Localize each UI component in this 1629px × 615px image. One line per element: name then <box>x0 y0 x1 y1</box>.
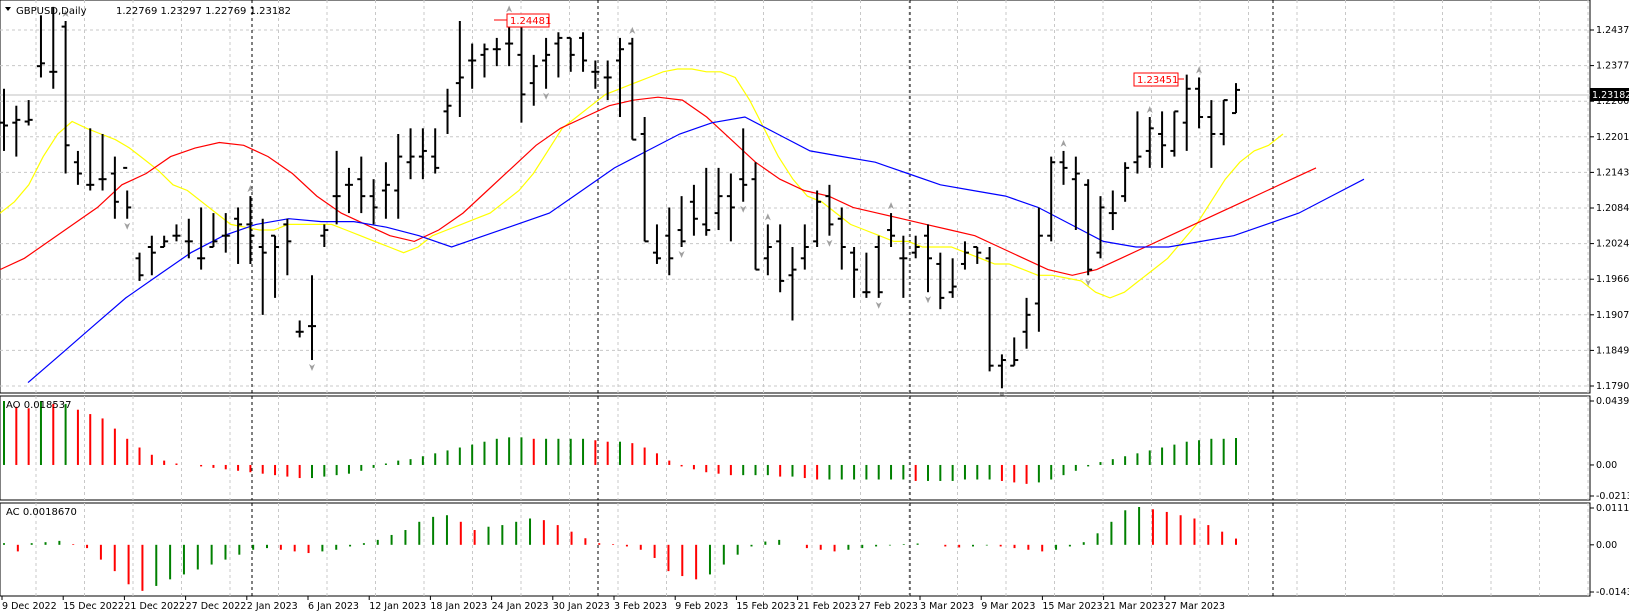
indicator-tick-label: 0.00 <box>1596 460 1617 471</box>
price-tick-label: 1.24370 <box>1596 25 1629 36</box>
time-tick-label: 18 Jan 2023 <box>430 601 487 612</box>
price-tick-label: 1.18490 <box>1596 345 1629 356</box>
time-tick-label: 15 Dec 2022 <box>63 601 124 612</box>
time-tick-label: 27 Dec 2022 <box>186 601 247 612</box>
trading-chart[interactable]: GBPUSD,Daily 1.22769 1.23297 1.22769 1.2… <box>0 0 1629 615</box>
indicator-tick-label: 0.0111949 <box>1596 503 1629 514</box>
time-tick-label: 9 Feb 2023 <box>675 601 728 612</box>
price-tick-label: 1.20245 <box>1596 239 1629 250</box>
time-axis[interactable]: 9 Dec 2022 15 Dec 2022 21 Dec 2022 27 Dec 2… <box>1 596 1225 612</box>
indicator-tick-label: -0.021347 <box>1596 491 1629 502</box>
ao-label: AO 0.018537 <box>6 400 71 411</box>
high-marker-label: 1.24481 <box>510 16 551 27</box>
indicator-tick-label: -0.014346 <box>1596 587 1629 598</box>
current-price-box: 1.23182 <box>1590 88 1629 101</box>
symbol-label: GBPUSD,Daily <box>16 6 87 17</box>
time-tick-label: 3 Mar 2023 <box>920 601 974 612</box>
time-tick-label: 27 Feb 2023 <box>859 601 918 612</box>
price-tick-label: 1.20845 <box>1596 203 1629 214</box>
time-tick-label: 3 Feb 2023 <box>614 601 667 612</box>
price-tick-label: 1.21430 <box>1596 167 1629 178</box>
price-tick-label: 1.19660 <box>1596 274 1629 285</box>
time-tick-label: 15 Feb 2023 <box>736 601 795 612</box>
time-tick-label: 9 Mar 2023 <box>981 601 1035 612</box>
time-tick-label: 24 Jan 2023 <box>492 601 549 612</box>
time-tick-label: 9 Dec 2022 <box>2 601 57 612</box>
ao-axis: 0.043994 0.00 -0.021347 <box>1590 396 1629 502</box>
price-tick-label: 1.23770 <box>1596 61 1629 72</box>
time-tick-label: 21 Mar 2023 <box>1104 601 1164 612</box>
main-price-panel[interactable]: GBPUSD,Daily 1.22769 1.23297 1.22769 1.2… <box>0 0 1591 400</box>
high-marker-label-2: 1.23451 <box>1137 75 1178 86</box>
ac-panel[interactable]: AC 0.0018670 <box>0 502 1591 597</box>
price-axis[interactable]: 1.243701.237701.226001.220151.214301.208… <box>1590 25 1629 392</box>
time-tick-label: 21 Feb 2023 <box>798 601 857 612</box>
time-tick-label: 15 Mar 2023 <box>1042 601 1102 612</box>
time-tick-label: 6 Jan 2023 <box>308 601 359 612</box>
ao-panel[interactable]: AO 0.018537 <box>0 395 1591 501</box>
price-tick-label: 1.19075 <box>1596 310 1629 321</box>
time-tick-label: 2 Jan 2023 <box>247 601 298 612</box>
time-tick-label: 27 Mar 2023 <box>1165 601 1225 612</box>
indicator-tick-label: 0.043994 <box>1596 396 1629 407</box>
time-tick-label: 21 Dec 2022 <box>124 601 185 612</box>
ac-label: AC 0.0018670 <box>6 507 77 518</box>
current-price-label: 1.23182 <box>1592 90 1629 101</box>
time-tick-label: 30 Jan 2023 <box>553 601 610 612</box>
time-tick-label: 12 Jan 2023 <box>369 601 426 612</box>
ac-axis: 0.0111949 0.00 -0.014346 <box>1590 503 1629 598</box>
price-tick-label: 1.17905 <box>1596 381 1629 392</box>
price-tick-label: 1.22015 <box>1596 132 1629 143</box>
ohlc-readout: 1.22769 1.23297 1.22769 1.23182 <box>116 6 291 17</box>
indicator-tick-label: 0.00 <box>1596 540 1617 551</box>
high-marker-2: 1.23451 <box>1133 72 1184 87</box>
